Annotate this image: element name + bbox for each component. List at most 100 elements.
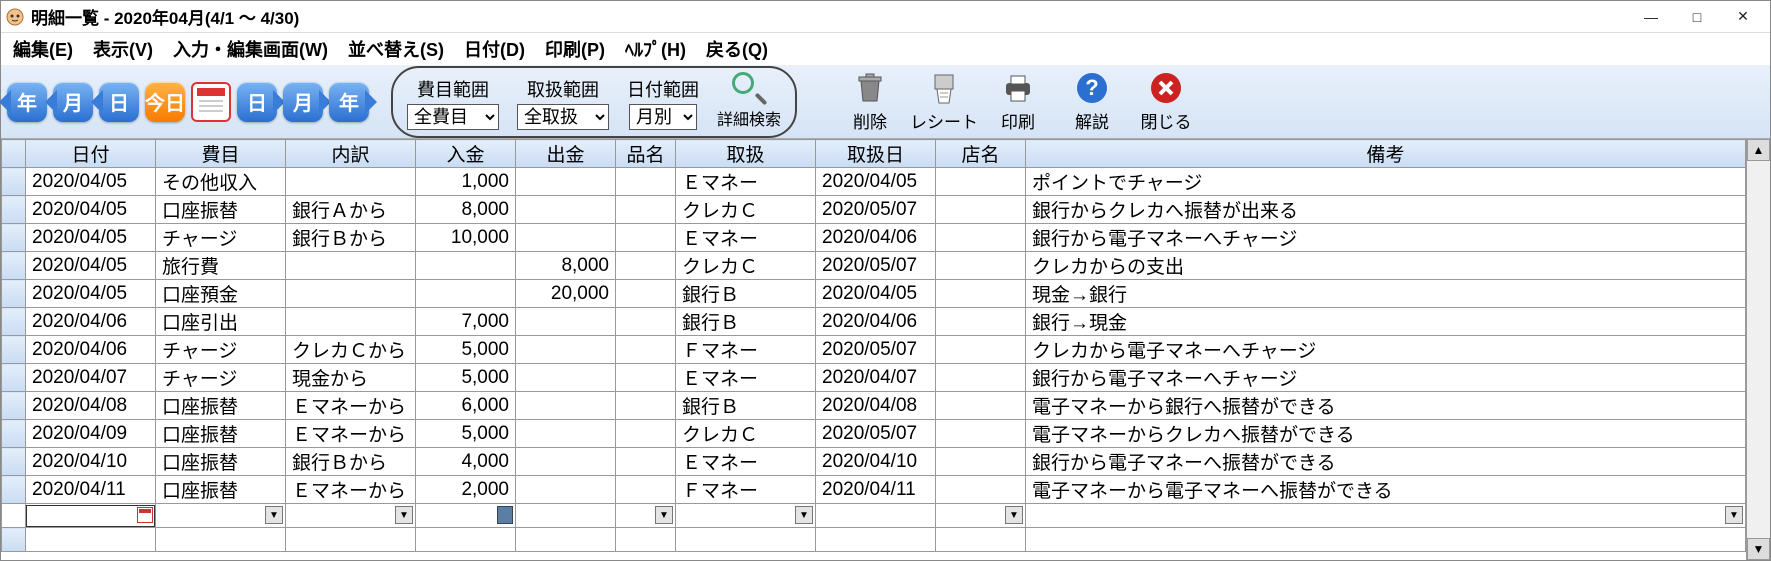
menu-view[interactable]: 表示(V) bbox=[87, 34, 159, 64]
cell-item[interactable] bbox=[616, 280, 676, 308]
input-handle[interactable]: ▼ bbox=[676, 504, 816, 528]
cell-out[interactable] bbox=[516, 308, 616, 336]
minimize-button[interactable]: — bbox=[1628, 2, 1674, 32]
cell-category[interactable]: 口座預金 bbox=[156, 280, 286, 308]
data-grid[interactable]: 日付 費目 内訳 入金 出金 品名 取扱 取扱日 店名 備考 2020/04/0… bbox=[1, 139, 1746, 560]
dropdown-icon[interactable]: ▼ bbox=[1725, 506, 1743, 524]
cell-out[interactable] bbox=[516, 196, 616, 224]
cell-category[interactable]: その他収入 bbox=[156, 168, 286, 196]
row-header[interactable] bbox=[2, 392, 26, 420]
cell-handle[interactable]: 銀行Ｂ bbox=[676, 280, 816, 308]
cell-shop[interactable] bbox=[936, 448, 1026, 476]
cell-item[interactable] bbox=[616, 364, 676, 392]
cell-hdate[interactable]: 2020/04/08 bbox=[816, 392, 936, 420]
cell-in[interactable]: 4,000 bbox=[416, 448, 516, 476]
cell-out[interactable] bbox=[516, 420, 616, 448]
cell-note[interactable]: 現金→銀行 bbox=[1026, 280, 1746, 308]
cell-out[interactable] bbox=[516, 336, 616, 364]
table-row[interactable]: 2020/04/05チャージ銀行Ｂから10,000Ｅマネー2020/04/06銀… bbox=[2, 224, 1746, 252]
cell-shop[interactable] bbox=[936, 252, 1026, 280]
cell-date[interactable]: 2020/04/05 bbox=[26, 224, 156, 252]
cell-detail[interactable]: 銀行Ａから bbox=[286, 196, 416, 224]
calendar-icon[interactable] bbox=[191, 82, 231, 122]
cell-detail[interactable] bbox=[286, 280, 416, 308]
table-row[interactable]: 2020/04/05その他収入1,000Ｅマネー2020/04/05ポイントでチ… bbox=[2, 168, 1746, 196]
row-header[interactable] bbox=[2, 336, 26, 364]
input-date[interactable] bbox=[26, 504, 156, 528]
cell-note[interactable]: 銀行から電子マネーへチャージ bbox=[1026, 224, 1746, 252]
cell-out[interactable] bbox=[516, 448, 616, 476]
dropdown-icon[interactable]: ▼ bbox=[265, 506, 283, 524]
cell-item[interactable] bbox=[616, 448, 676, 476]
input-out[interactable] bbox=[516, 504, 616, 528]
calendar-picker-icon[interactable] bbox=[137, 507, 153, 523]
input-note[interactable]: ▼ bbox=[1026, 504, 1746, 528]
cell-out[interactable]: 8,000 bbox=[516, 252, 616, 280]
cell-item[interactable] bbox=[616, 168, 676, 196]
cell-hdate[interactable]: 2020/05/07 bbox=[816, 420, 936, 448]
cell-hdate[interactable]: 2020/04/06 bbox=[816, 308, 936, 336]
cell-handle[interactable]: クレカＣ bbox=[676, 420, 816, 448]
cell-hdate[interactable]: 2020/05/07 bbox=[816, 252, 936, 280]
menu-print[interactable]: 印刷(P) bbox=[539, 34, 611, 64]
cell-handle[interactable]: 銀行Ｂ bbox=[676, 308, 816, 336]
input-item[interactable]: ▼ bbox=[616, 504, 676, 528]
cell-date[interactable]: 2020/04/06 bbox=[26, 308, 156, 336]
col-handle[interactable]: 取扱 bbox=[676, 140, 816, 168]
cell-hdate[interactable]: 2020/04/05 bbox=[816, 168, 936, 196]
cell-handle[interactable]: Ｆマネー bbox=[676, 476, 816, 504]
cell-item[interactable] bbox=[616, 252, 676, 280]
cell-note[interactable]: 銀行から電子マネーへチャージ bbox=[1026, 364, 1746, 392]
cell-hdate[interactable]: 2020/04/05 bbox=[816, 280, 936, 308]
cell-hdate[interactable]: 2020/05/07 bbox=[816, 196, 936, 224]
col-detail[interactable]: 内訳 bbox=[286, 140, 416, 168]
cell-date[interactable]: 2020/04/05 bbox=[26, 252, 156, 280]
cell-shop[interactable] bbox=[936, 196, 1026, 224]
cell-hdate[interactable]: 2020/05/07 bbox=[816, 336, 936, 364]
cell-hdate[interactable]: 2020/04/07 bbox=[816, 364, 936, 392]
cell-in[interactable]: 5,000 bbox=[416, 336, 516, 364]
cell-detail[interactable]: Ｅマネーから bbox=[286, 476, 416, 504]
dropdown-icon[interactable]: ▼ bbox=[1005, 506, 1023, 524]
cell-date[interactable]: 2020/04/07 bbox=[26, 364, 156, 392]
table-row[interactable]: 2020/04/07チャージ現金から5,000Ｅマネー2020/04/07銀行か… bbox=[2, 364, 1746, 392]
menu-date[interactable]: 日付(D) bbox=[458, 34, 531, 64]
cell-out[interactable] bbox=[516, 476, 616, 504]
row-header[interactable] bbox=[2, 448, 26, 476]
cell-note[interactable]: 銀行からクレカへ振替が出来る bbox=[1026, 196, 1746, 224]
cell-in[interactable]: 7,000 bbox=[416, 308, 516, 336]
cell-handle[interactable]: Ｅマネー bbox=[676, 448, 816, 476]
vertical-scrollbar[interactable]: ▲ ▼ bbox=[1746, 139, 1770, 560]
col-item[interactable]: 品名 bbox=[616, 140, 676, 168]
receipt-button[interactable]: レシート bbox=[909, 70, 979, 133]
table-row[interactable]: 2020/04/10口座振替銀行Ｂから4,000Ｅマネー2020/04/10銀行… bbox=[2, 448, 1746, 476]
cell-shop[interactable] bbox=[936, 168, 1026, 196]
dropdown-icon[interactable]: ▼ bbox=[655, 506, 673, 524]
filter-category-select[interactable]: 全費目 bbox=[407, 104, 499, 130]
cell-out[interactable] bbox=[516, 168, 616, 196]
cell-hdate[interactable]: 2020/04/06 bbox=[816, 224, 936, 252]
cell-out[interactable] bbox=[516, 364, 616, 392]
col-in[interactable]: 入金 bbox=[416, 140, 516, 168]
cell-out[interactable] bbox=[516, 224, 616, 252]
menu-sort[interactable]: 並べ替え(S) bbox=[342, 34, 450, 64]
cell-note[interactable]: クレカから電子マネーへチャージ bbox=[1026, 336, 1746, 364]
col-shop[interactable]: 店名 bbox=[936, 140, 1026, 168]
cell-shop[interactable] bbox=[936, 224, 1026, 252]
nav-year-prev[interactable]: 年 bbox=[7, 82, 47, 122]
cell-category[interactable]: 口座振替 bbox=[156, 448, 286, 476]
close-window-button[interactable]: ✕ bbox=[1720, 2, 1766, 32]
input-detail[interactable]: ▼ bbox=[286, 504, 416, 528]
cell-shop[interactable] bbox=[936, 420, 1026, 448]
cell-handle[interactable]: クレカＣ bbox=[676, 196, 816, 224]
nav-year-next[interactable]: 年 bbox=[329, 82, 369, 122]
cell-out[interactable]: 20,000 bbox=[516, 280, 616, 308]
cell-hdate[interactable]: 2020/04/11 bbox=[816, 476, 936, 504]
cell-date[interactable]: 2020/04/10 bbox=[26, 448, 156, 476]
cell-in[interactable]: 6,000 bbox=[416, 392, 516, 420]
cell-note[interactable]: 電子マネーから電子マネーへ振替ができる bbox=[1026, 476, 1746, 504]
cell-item[interactable] bbox=[616, 224, 676, 252]
nav-day-next[interactable]: 日 bbox=[237, 82, 277, 122]
nav-month-prev[interactable]: 月 bbox=[53, 82, 93, 122]
scroll-down-button[interactable]: ▼ bbox=[1747, 538, 1770, 560]
